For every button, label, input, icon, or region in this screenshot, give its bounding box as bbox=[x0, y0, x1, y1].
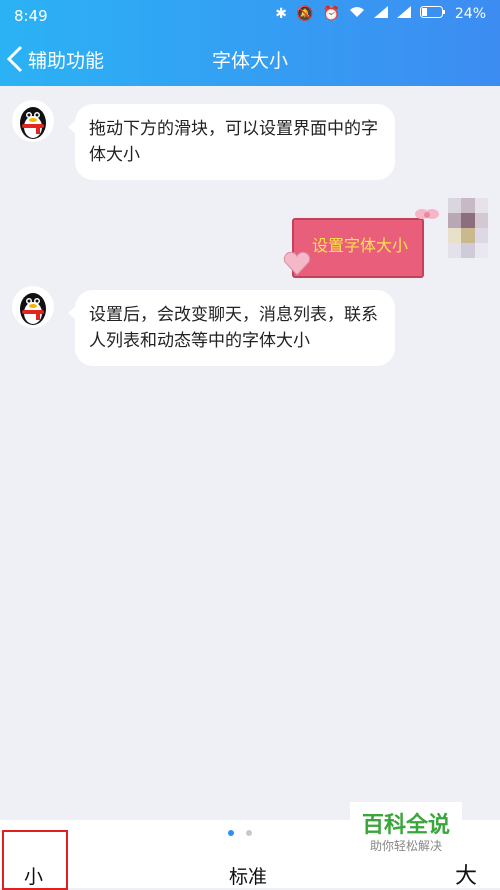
sticker-text: 设置字体大小 bbox=[311, 236, 408, 255]
signal-icon bbox=[396, 6, 411, 22]
avatar bbox=[12, 100, 54, 142]
wifi-icon bbox=[349, 6, 365, 22]
status-bar: 8:49 ✱ 🔕 ⏰ 24% bbox=[0, 0, 500, 32]
status-time: 8:49 bbox=[14, 7, 48, 25]
bow-icon bbox=[415, 209, 439, 219]
message-text: 拖动下方的滑块，可以设置界面中的字体大小 bbox=[89, 119, 378, 165]
message-text: 设置后，会改变聊天，消息列表，联系人列表和动态等中的字体大小 bbox=[89, 305, 378, 351]
page-dot bbox=[246, 830, 252, 836]
chat-bubble: 设置后，会改变聊天，消息列表，联系人列表和动态等中的字体大小 bbox=[68, 290, 395, 366]
bluetooth-icon: ✱ bbox=[275, 6, 287, 22]
heart-icon bbox=[283, 251, 311, 276]
watermark: 百科全说 助你轻松解决 bbox=[350, 802, 462, 860]
signal-icon bbox=[373, 6, 388, 22]
font-size-standard[interactable]: 标准 bbox=[229, 862, 267, 889]
nav-bar: 辅助功能 字体大小 bbox=[0, 32, 500, 86]
status-icons: ✱ 🔕 ⏰ 24% bbox=[275, 6, 486, 22]
alarm-icon: ⏰ bbox=[322, 6, 340, 22]
page-indicator bbox=[228, 830, 252, 836]
user-avatar bbox=[448, 198, 488, 258]
watermark-title: 百科全说 bbox=[361, 813, 450, 838]
font-size-large[interactable]: 大 bbox=[455, 858, 477, 890]
chat-bubble: 拖动下方的滑块，可以设置界面中的字体大小 bbox=[68, 104, 395, 180]
qq-penguin-icon bbox=[20, 107, 46, 139]
sticker: 设置字体大小 bbox=[282, 204, 442, 284]
font-size-small[interactable]: 小 bbox=[24, 862, 43, 889]
page-title: 字体大小 bbox=[211, 50, 288, 72]
avatar bbox=[12, 286, 54, 328]
chat-preview: 拖动下方的滑块，可以设置界面中的字体大小 设置字体大小 设置后，会改变聊天，消息… bbox=[0, 86, 500, 820]
qq-penguin-icon bbox=[20, 293, 46, 325]
battery-icon bbox=[419, 6, 446, 22]
page-dot-active bbox=[228, 830, 234, 836]
watermark-subtitle: 助你轻松解决 bbox=[369, 839, 442, 853]
battery-percent: 24% bbox=[454, 6, 486, 22]
mute-icon: 🔕 bbox=[296, 6, 314, 22]
